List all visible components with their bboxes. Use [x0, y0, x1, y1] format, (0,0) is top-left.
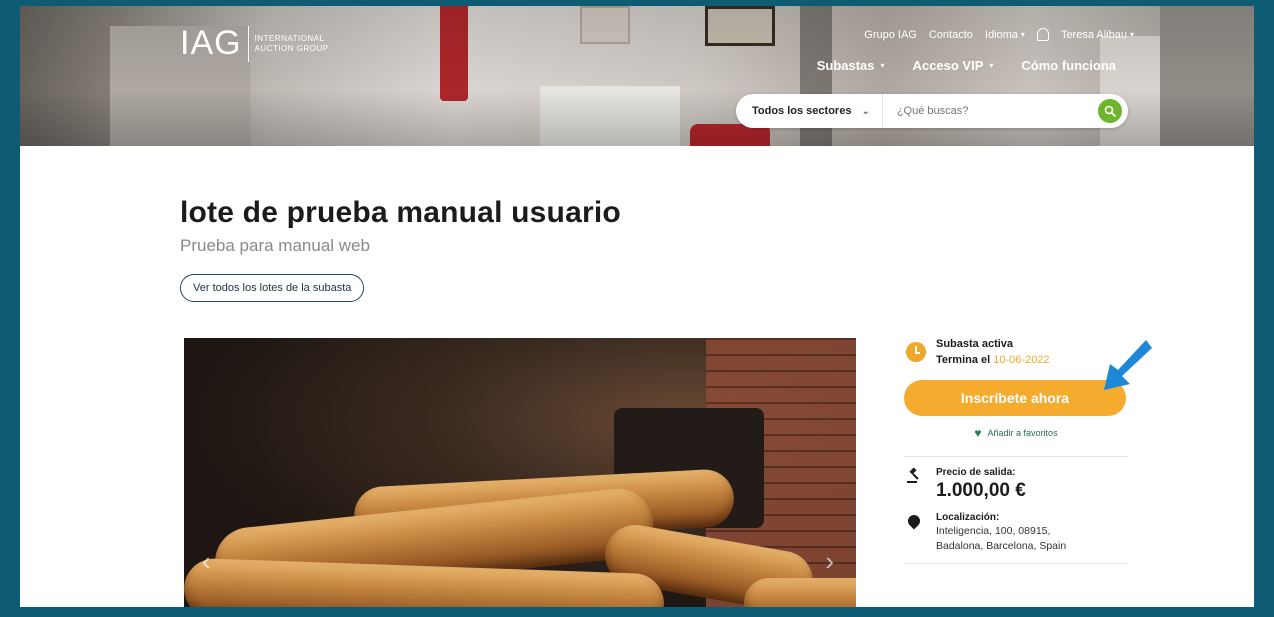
- chevron-down-icon: ▾: [1020, 30, 1025, 39]
- view-all-lots-button[interactable]: Ver todos los lotes de la subasta: [180, 274, 365, 302]
- location-line1: Inteligencia, 100, 08915,: [936, 525, 1051, 537]
- end-date-value: 10-06-2022: [993, 354, 1050, 366]
- location-line2: Badalona, Barcelona, Spain: [936, 540, 1067, 552]
- photo-bread: [184, 557, 665, 607]
- nav-como-funciona[interactable]: Cómo funciona: [1021, 58, 1116, 73]
- gavel-svg: [907, 467, 919, 483]
- photo-bread: [744, 578, 856, 607]
- chevron-down-icon: ▾: [989, 61, 994, 70]
- logo-mark: IAG: [180, 24, 242, 62]
- status-label: Subasta activa: [936, 338, 1014, 350]
- chevron-right-icon[interactable]: ›: [825, 546, 834, 577]
- heart-icon: ♥: [974, 426, 982, 440]
- end-date-prefix: Termina el: [936, 354, 991, 366]
- user-menu[interactable]: Teresa Alibau ▾: [1061, 29, 1134, 41]
- lot-subtitle: Prueba para manual web: [180, 236, 370, 255]
- nav-acceso-vip[interactable]: Acceso VIP ▾: [913, 58, 994, 73]
- nav-idioma-label: Idioma: [984, 28, 1018, 41]
- nav-acceso-vip-label: Acceso VIP: [912, 58, 984, 73]
- logo-divider: [247, 25, 249, 62]
- end-date-row: Termina el 10-06-2022: [936, 352, 1050, 368]
- screenshot-frame: IAG International Auction Group Grupo IA…: [0, 0, 1274, 617]
- nav-idioma[interactable]: Idioma ▾: [985, 29, 1025, 41]
- sector-select[interactable]: Todos los sectores ⌄: [736, 94, 883, 128]
- search-icon: [1104, 105, 1116, 117]
- top-nav: Grupo IAG Contacto Idioma ▾ Teresa Aliba…: [864, 28, 1134, 41]
- lot-image-carousel[interactable]: ‹ ›: [184, 338, 856, 607]
- chevron-down-icon: ▾: [1129, 30, 1134, 39]
- nav-contacto[interactable]: Contacto: [929, 29, 973, 41]
- clock-icon: [906, 342, 926, 362]
- location-label: Localización:: [936, 512, 1000, 523]
- divider: [904, 456, 1128, 457]
- sector-select-value: Todos los sectores: [752, 105, 852, 117]
- header-banner: IAG International Auction Group Grupo IA…: [20, 6, 1254, 146]
- chevron-down-icon: ⌄: [861, 105, 870, 117]
- location: Localización: Inteligencia, 100, 08915, …: [904, 512, 1128, 553]
- price-label: Precio de salida:: [936, 467, 1016, 478]
- bell-icon[interactable]: [1036, 28, 1049, 41]
- register-now-button[interactable]: Inscríbete ahora: [904, 380, 1126, 416]
- site-logo[interactable]: IAG International Auction Group: [180, 24, 329, 63]
- nav-grupo-iag[interactable]: Grupo IAG: [864, 29, 917, 41]
- gavel-icon: [904, 467, 924, 502]
- status-text: Subasta activa Termina el 10-06-2022: [936, 336, 1050, 368]
- nav-subastas-label: Subastas: [816, 58, 875, 73]
- search-bar: Todos los sectores ⌄: [736, 94, 1128, 128]
- nav-subastas[interactable]: Subastas ▾: [817, 58, 885, 73]
- logo-text: International Auction Group: [255, 34, 329, 54]
- user-name: Teresa Alibau: [1060, 28, 1127, 41]
- search-input[interactable]: [882, 105, 1098, 117]
- price-value: 1.000,00 €: [936, 480, 1026, 501]
- pin-shape: [905, 512, 923, 530]
- logo-line1: International: [254, 33, 325, 43]
- chevron-left-icon[interactable]: ‹: [202, 546, 211, 577]
- lot-title: lote de prueba manual usuario: [180, 196, 621, 229]
- search-button[interactable]: [1098, 99, 1122, 123]
- divider: [904, 563, 1128, 564]
- pointer-arrow-icon: [1104, 340, 1152, 390]
- add-to-favorites-link[interactable]: ♥ Añadir a favoritos: [904, 426, 1128, 440]
- starting-price: Precio de salida: 1.000,00 €: [904, 467, 1128, 502]
- logo-line2: Auction Group: [254, 43, 329, 53]
- location-pin-icon: [904, 512, 924, 553]
- chevron-down-icon: ▾: [880, 61, 885, 70]
- favorite-label: Añadir a favoritos: [987, 428, 1058, 438]
- main-nav: Subastas ▾ Acceso VIP ▾ Cómo funciona: [817, 58, 1116, 73]
